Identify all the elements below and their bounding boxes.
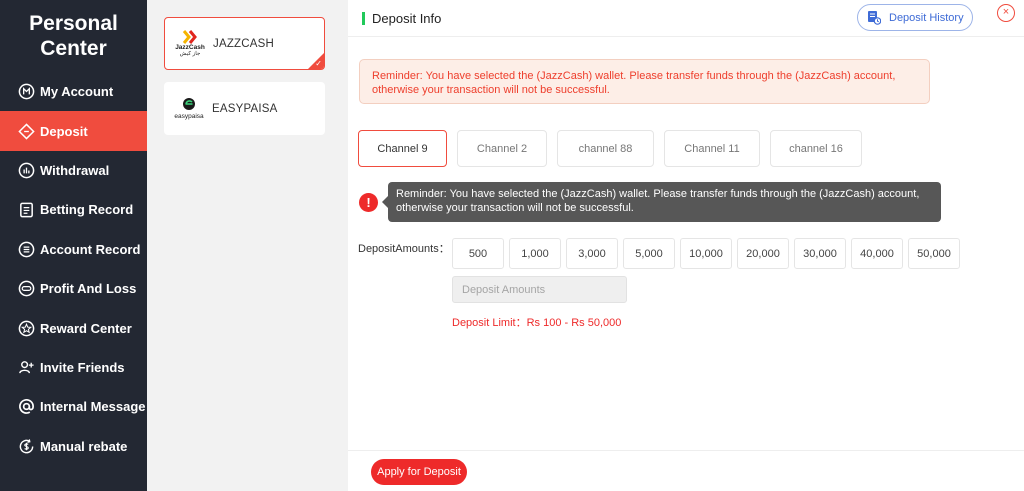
- sidebar-item-label: Account Record: [40, 241, 141, 257]
- amount-option[interactable]: 40,000: [851, 238, 903, 269]
- panel-header: Deposit Info Deposit History ×: [348, 0, 1024, 37]
- deposit-amounts-label: DepositAmounts：: [358, 243, 450, 255]
- deposit-panel: Deposit Info Deposit History × Reminder:…: [348, 0, 1024, 491]
- sidebar-item-reward-center[interactable]: Reward Center: [0, 308, 147, 347]
- dollar-refresh-icon: [18, 438, 35, 455]
- wallet-reminder: Reminder: You have selected the (JazzCas…: [359, 59, 930, 104]
- amount-option[interactable]: 30,000: [794, 238, 846, 269]
- tooltip-line-1: Reminder: You have selected the (JazzCas…: [396, 188, 920, 200]
- deposit-amount-input[interactable]: [452, 276, 627, 303]
- sidebar-item-profit-and-loss[interactable]: Profit And Loss: [0, 269, 147, 308]
- dots-circle-icon: [18, 280, 35, 297]
- account-circle-icon: [18, 83, 35, 100]
- deposit-limit-text: Deposit Limit：Rs 100 - Rs 50,000: [452, 317, 622, 329]
- wallet-card-easypaisa[interactable]: easypaisa EASYPAISA: [164, 82, 325, 135]
- list-document-icon: [18, 241, 35, 258]
- sidebar-item-label: Invite Friends: [40, 359, 125, 375]
- sidebar-item-my-account[interactable]: My Account: [0, 72, 147, 111]
- sidebar-item-internal-message[interactable]: Internal Message: [0, 387, 147, 426]
- sidebar-item-invite-friends[interactable]: Invite Friends: [0, 348, 147, 387]
- sidebar-title: Personal Center: [29, 12, 118, 60]
- tooltip-line-2: otherwise your transaction will not be s…: [396, 202, 634, 214]
- amount-option[interactable]: 10,000: [680, 238, 732, 269]
- jazzcash-logo-subtext: جاز کیش: [179, 51, 201, 57]
- sidebar-item-label: Reward Center: [40, 320, 132, 336]
- easypaisa-logo-mark: [183, 97, 195, 110]
- sidebar-item-manual-rebate[interactable]: Manual rebate: [0, 427, 147, 466]
- jazzcash-logo: JazzCash جاز کیش: [169, 24, 211, 64]
- star-badge-icon: [18, 320, 35, 337]
- amount-option[interactable]: 1,000: [509, 238, 561, 269]
- ticket-icon: [18, 122, 35, 140]
- channel-button-2[interactable]: Channel 2: [457, 130, 547, 167]
- amount-option[interactable]: 500: [452, 238, 504, 269]
- sidebar-item-withdrawal[interactable]: Withdrawal: [0, 151, 147, 190]
- sidebar-item-label: Deposit: [40, 123, 88, 139]
- sidebar-item-label: My Account: [40, 84, 114, 100]
- panel-footer: Apply for Deposit: [348, 450, 1024, 491]
- sidebar-item-label: Internal Message: [40, 399, 146, 415]
- wallet-name: JAZZCASH: [213, 37, 275, 50]
- deposit-history-label: Deposit History: [889, 11, 964, 24]
- jazzcash-logo-mark: [182, 30, 197, 44]
- channel-button-9[interactable]: Channel 9: [358, 130, 447, 167]
- warning-icon[interactable]: !: [359, 193, 378, 212]
- channel-button-88[interactable]: channel 88: [557, 130, 654, 167]
- history-document-icon: [868, 11, 881, 25]
- sidebar-item-label: Withdrawal: [40, 162, 110, 178]
- sidebar-item-label: Betting Record: [40, 202, 134, 218]
- wallet-name: EASYPAISA: [212, 102, 278, 115]
- sidebar-item-label: Profit And Loss: [40, 281, 137, 297]
- amount-option[interactable]: 20,000: [737, 238, 789, 269]
- sidebar-item-account-record[interactable]: Account Record: [0, 230, 147, 269]
- apply-for-deposit-button[interactable]: Apply for Deposit: [371, 459, 467, 485]
- at-sign-icon: [18, 398, 35, 415]
- easypaisa-logo: easypaisa: [168, 89, 210, 129]
- channel-tabs: Channel 9 Channel 2 channel 88 Channel 1…: [358, 130, 872, 167]
- amount-option[interactable]: 3,000: [566, 238, 618, 269]
- amount-option[interactable]: 50,000: [908, 238, 960, 269]
- header-accent-bar: [362, 11, 365, 25]
- deposit-history-button[interactable]: Deposit History: [857, 4, 973, 31]
- sidebar: Personal Center My Account Deposit Withd…: [0, 0, 147, 491]
- close-icon[interactable]: ×: [997, 4, 1015, 22]
- wallet-card-jazzcash[interactable]: JazzCash جاز کیش JAZZCASH ✓: [164, 17, 325, 70]
- sidebar-item-betting-record[interactable]: Betting Record: [0, 190, 147, 229]
- amount-option[interactable]: 5,000: [623, 238, 675, 269]
- easypaisa-logo-text: easypaisa: [174, 112, 204, 120]
- clipboard-icon: [18, 201, 35, 218]
- add-user-icon: [18, 359, 35, 376]
- amount-options: 500 1,000 3,000 5,000 10,000 20,000 30,0…: [452, 238, 965, 269]
- page-title: Deposit Info: [372, 10, 442, 26]
- channel-button-16[interactable]: channel 16: [770, 130, 862, 167]
- wallet-list: JazzCash جاز کیش JAZZCASH ✓ easypaisa EA…: [147, 0, 348, 491]
- sidebar-item-label: Manual rebate: [40, 438, 128, 454]
- bar-chart-circle-icon: [18, 162, 35, 179]
- channel-button-11[interactable]: Channel 11: [664, 130, 760, 167]
- sidebar-menu: My Account Deposit Withdrawal Betting Re…: [0, 72, 147, 466]
- check-icon: ✓: [315, 59, 322, 68]
- sidebar-item-deposit[interactable]: Deposit: [0, 111, 147, 151]
- reminder-tooltip: Reminder: You have selected the (JazzCas…: [388, 182, 941, 222]
- jazzcash-logo-text: JazzCash: [175, 44, 205, 51]
